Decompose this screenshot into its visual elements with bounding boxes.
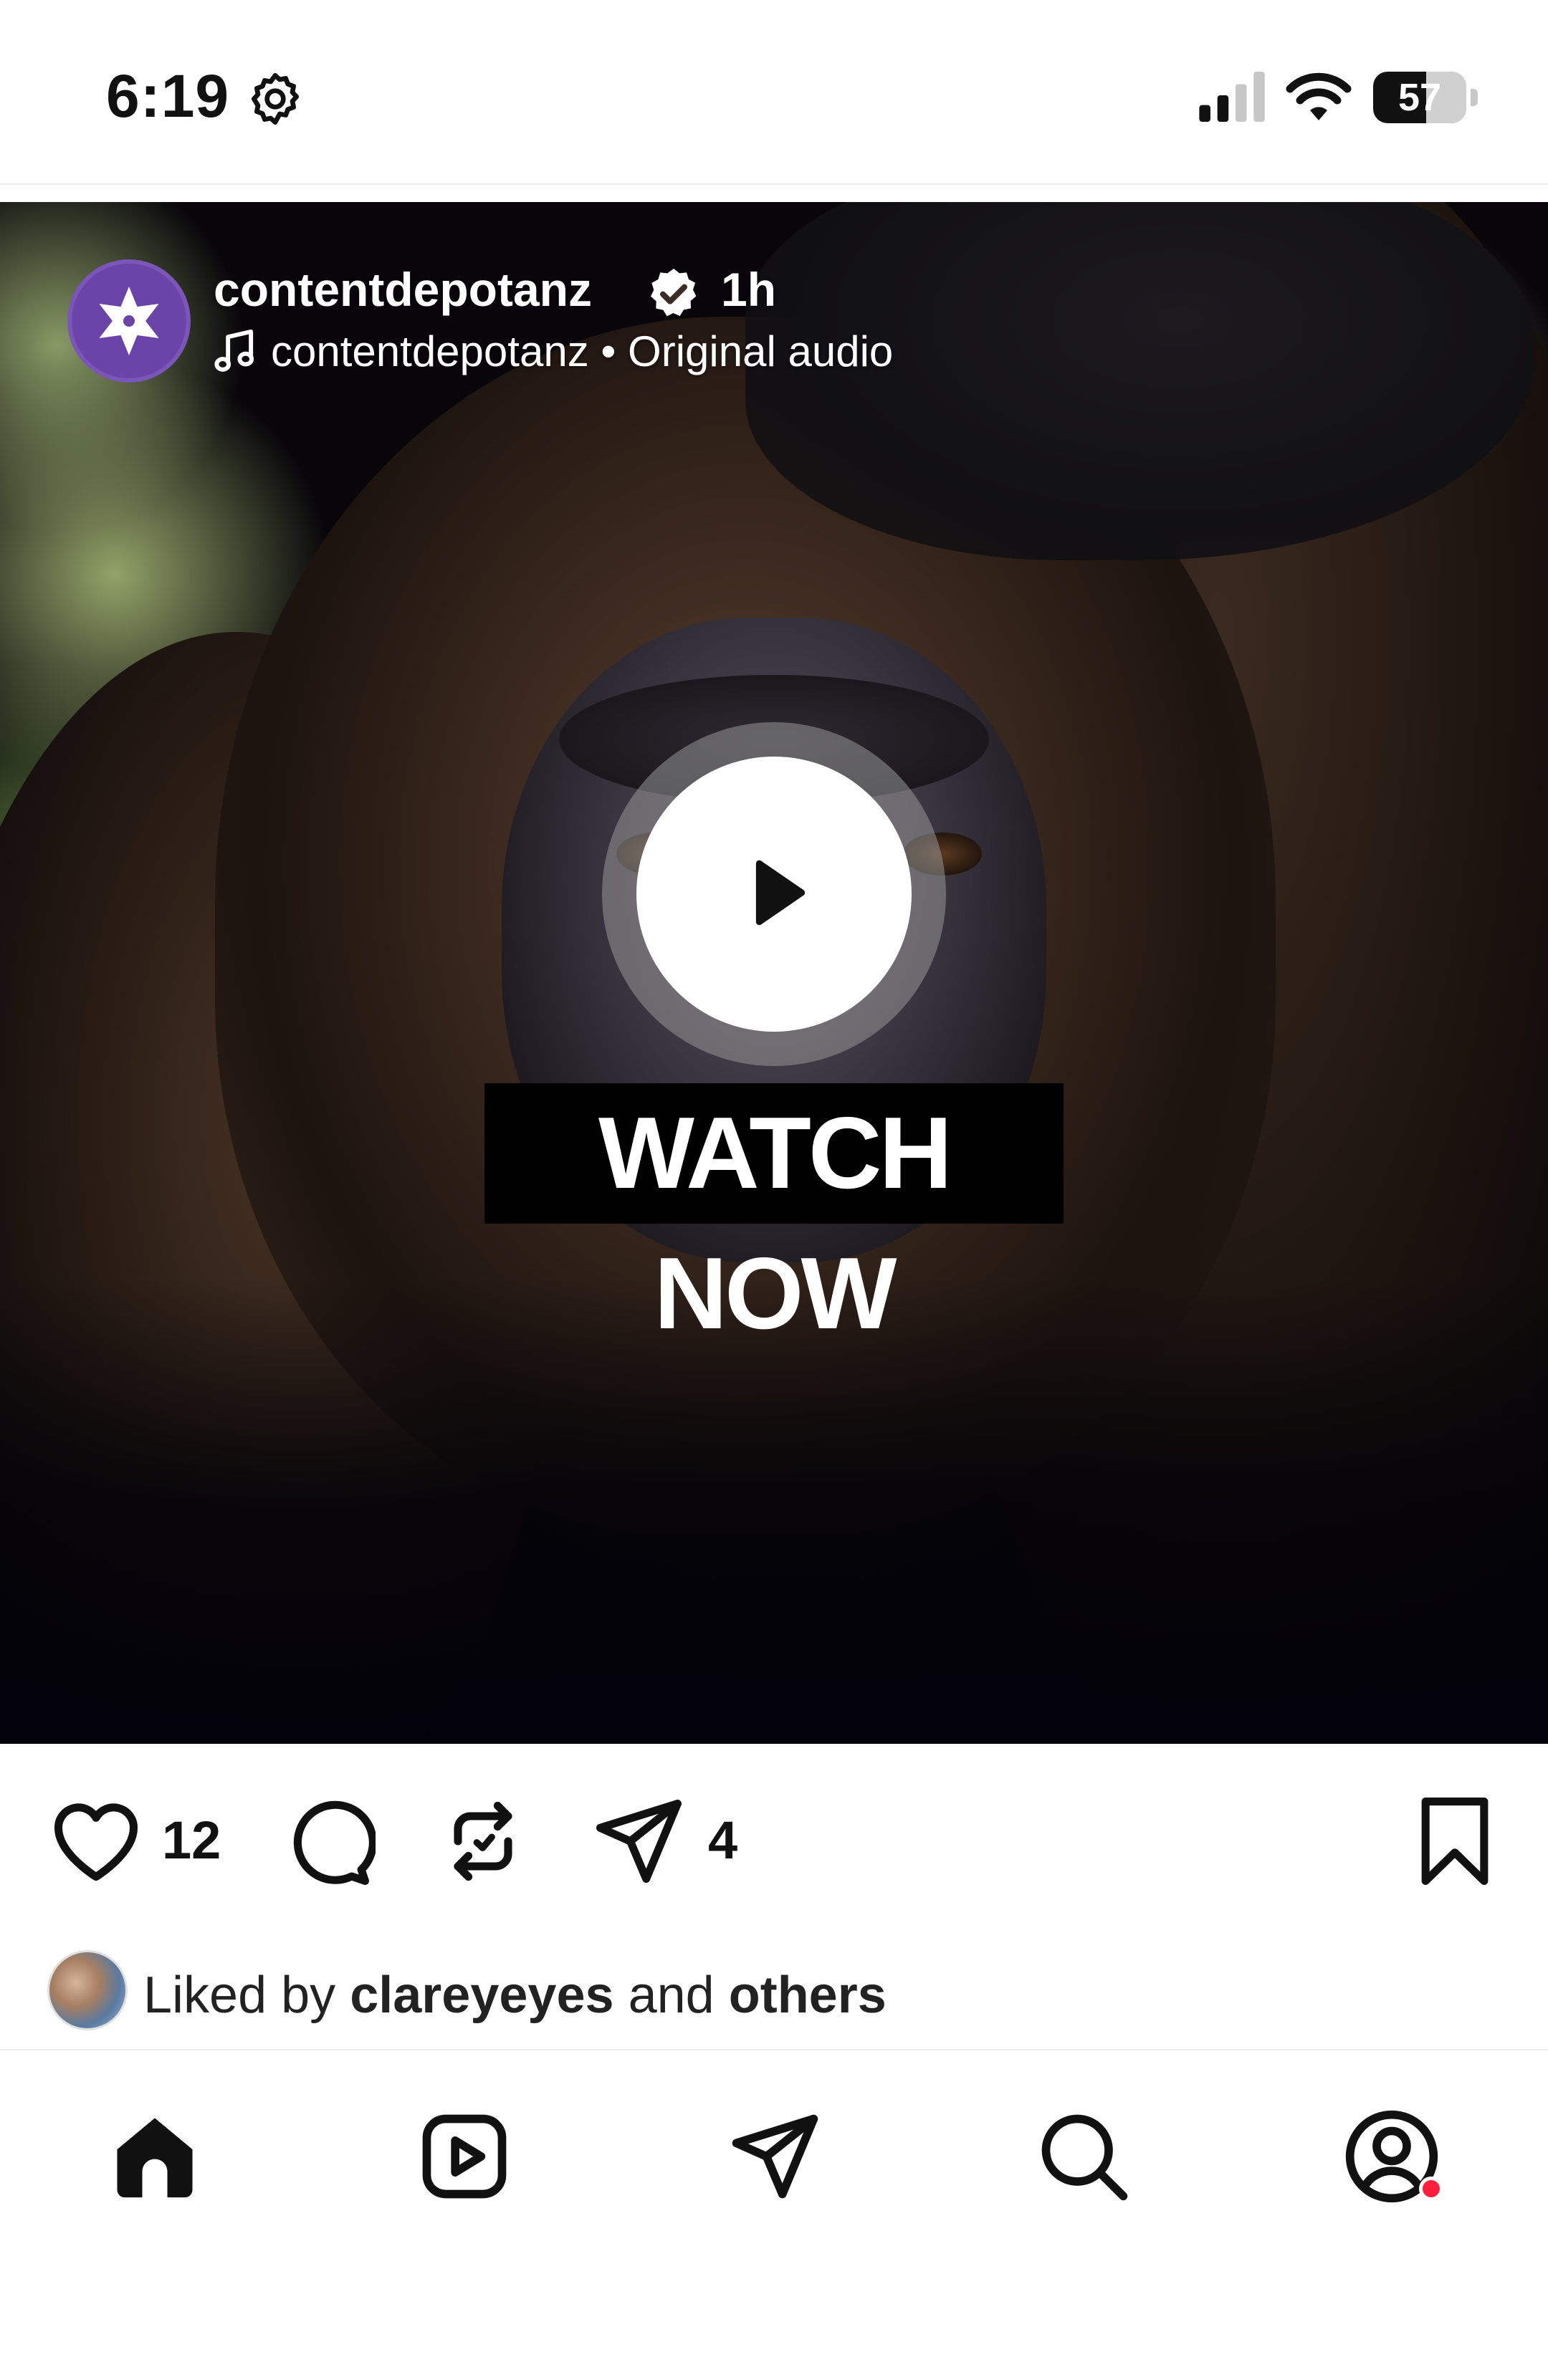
cellular-signal-icon (1199, 72, 1265, 122)
like-heart-icon[interactable] (46, 1791, 146, 1891)
status-bar: 6:19 57 (0, 0, 1548, 185)
play-icon (755, 860, 806, 926)
bottom-navigation (0, 2049, 1548, 2380)
liked-by-user[interactable]: clareyeyes (350, 1967, 613, 2024)
play-button[interactable] (636, 757, 912, 1032)
repost-icon[interactable] (433, 1791, 533, 1891)
nav-reels[interactable] (407, 2099, 522, 2214)
liked-by-prefix: Liked by (143, 1967, 336, 2024)
nav-home[interactable] (97, 2099, 212, 2214)
home-icon (117, 2118, 193, 2198)
watch-now-banner: WATCH NOW (484, 1083, 1064, 1350)
search-icon (1041, 2114, 1128, 2201)
share-send-icon[interactable] (588, 1791, 688, 1891)
bookmark-icon[interactable] (1405, 1791, 1505, 1891)
author-username[interactable]: contentdepotanz (214, 262, 592, 317)
gear-icon (252, 73, 299, 125)
audio-label: contentdepotanz • Original audio (271, 327, 894, 375)
liked-by-and: and (628, 1967, 715, 2024)
battery-body: 57 (1373, 72, 1466, 123)
brand-logo-icon (99, 287, 159, 355)
post-action-bar: 12 4 (0, 1744, 1548, 1937)
notification-dot (1419, 2177, 1443, 2201)
battery-nub (1471, 89, 1478, 106)
messages-send-icon (732, 2114, 818, 2199)
share-count[interactable]: 4 (708, 1810, 737, 1871)
audio-attribution[interactable]: contentdepotanz • Original audio (214, 325, 893, 377)
reels-icon (422, 2114, 507, 2199)
liked-by-others[interactable]: others (729, 1967, 887, 2024)
liked-by-avatar[interactable] (47, 1950, 128, 2030)
status-time: 6:19 (106, 62, 230, 130)
liked-by-row[interactable]: Liked by clareyeyes and others (0, 1937, 1548, 2046)
liked-by-text: Liked by clareyeyes and others (143, 1966, 887, 2025)
post-timestamp: 1h (721, 263, 777, 316)
battery-level: 57 (1398, 76, 1442, 119)
nav-search[interactable] (1026, 2099, 1141, 2214)
author-avatar[interactable] (67, 259, 191, 383)
comment-icon[interactable] (275, 1791, 376, 1891)
verified-badge-icon (651, 269, 697, 317)
wifi-icon (1286, 72, 1352, 120)
battery-icon: 57 (1373, 72, 1481, 123)
nav-messages[interactable] (717, 2099, 831, 2214)
like-count[interactable]: 12 (162, 1810, 221, 1871)
music-note-icon (214, 329, 254, 372)
